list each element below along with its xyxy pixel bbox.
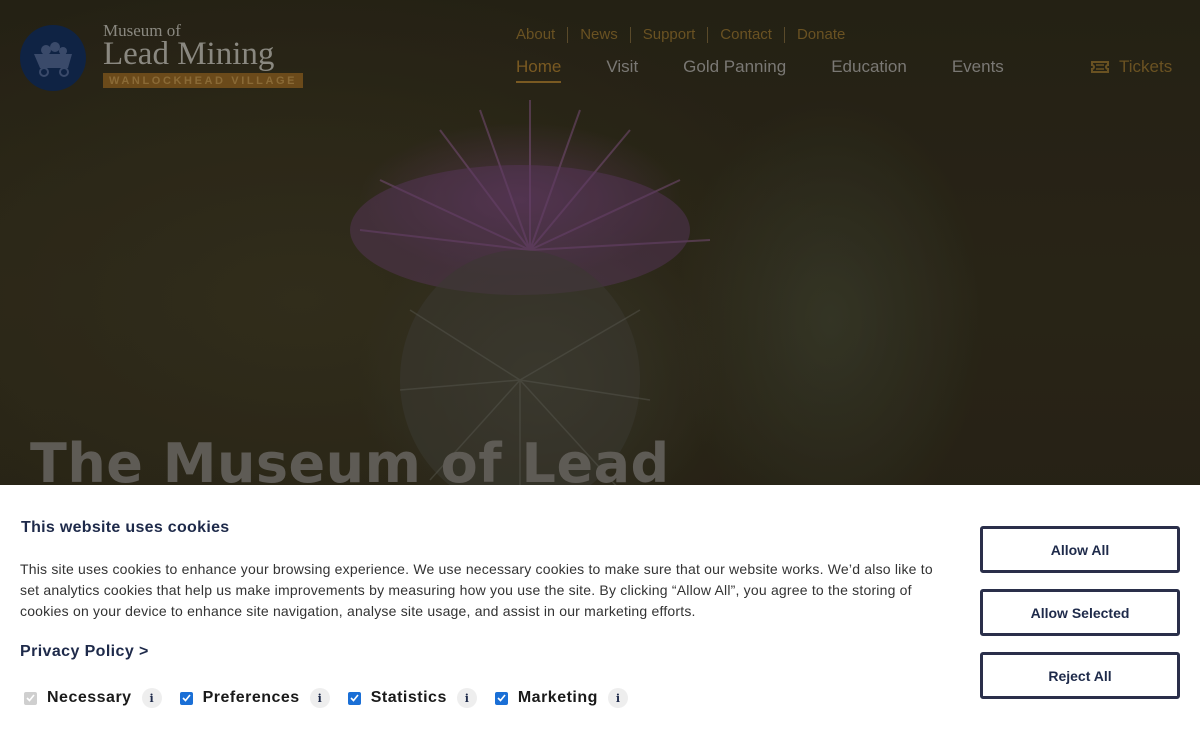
site-header: Museum of Lead Mining WANLOCKHEAD VILLAG… [0,0,1200,100]
option-marketing: Marketing i [494,688,628,708]
cookie-title: This website uses cookies [21,519,230,536]
necessary-label: Necessary [47,689,132,706]
preferences-checkbox[interactable] [179,691,193,705]
nav-visit[interactable]: Visit [606,57,638,83]
nav-news[interactable]: News [567,27,630,43]
option-preferences: Preferences i [179,688,330,708]
allow-selected-button[interactable]: Allow Selected [980,589,1180,636]
cookie-options: Necessary i Preferences i Statistics i M… [24,688,646,708]
option-necessary: Necessary i [24,688,162,708]
marketing-checkbox[interactable] [494,691,508,705]
site-logo[interactable]: Museum of Lead Mining WANLOCKHEAD VILLAG… [20,22,304,91]
marketing-info-icon[interactable]: i [607,688,628,708]
necessary-checkbox[interactable] [24,691,37,705]
tickets-link[interactable]: Tickets [1091,57,1172,77]
tickets-label: Tickets [1119,57,1173,76]
privacy-policy-link[interactable]: Privacy Policy > [20,643,149,661]
utility-nav: About News Support Contact Donate [516,27,857,43]
logo-line-2: Lead Mining [103,36,275,72]
reject-all-button[interactable]: Reject All [980,652,1180,699]
necessary-info-icon[interactable]: i [141,688,162,708]
preferences-info-icon[interactable]: i [309,688,330,708]
logo-tagline: WANLOCKHEAD VILLAGE [103,73,304,88]
ticket-icon [1091,61,1109,73]
nav-gold-panning[interactable]: Gold Panning [683,57,786,83]
nav-support[interactable]: Support [629,27,708,43]
statistics-checkbox[interactable] [347,691,361,705]
mine-cart-icon [20,25,86,91]
statistics-info-icon[interactable]: i [456,688,477,708]
nav-home[interactable]: Home [516,57,562,83]
nav-education[interactable]: Education [831,57,907,83]
nav-events[interactable]: Events [952,57,1004,83]
nav-donate[interactable]: Donate [783,27,857,43]
cookie-banner: This website uses cookies This site uses… [0,485,1200,740]
marketing-label: Marketing [517,689,598,706]
nav-contact[interactable]: Contact [707,27,784,43]
nav-about[interactable]: About [516,27,567,43]
cookie-description: This site uses cookies to enhance your b… [20,561,933,619]
main-nav: Home Visit Gold Panning Education Events [516,57,1049,83]
preferences-label: Preferences [202,689,300,706]
statistics-label: Statistics [370,689,447,706]
allow-all-button[interactable]: Allow All [980,526,1180,573]
option-statistics: Statistics i [347,688,477,708]
